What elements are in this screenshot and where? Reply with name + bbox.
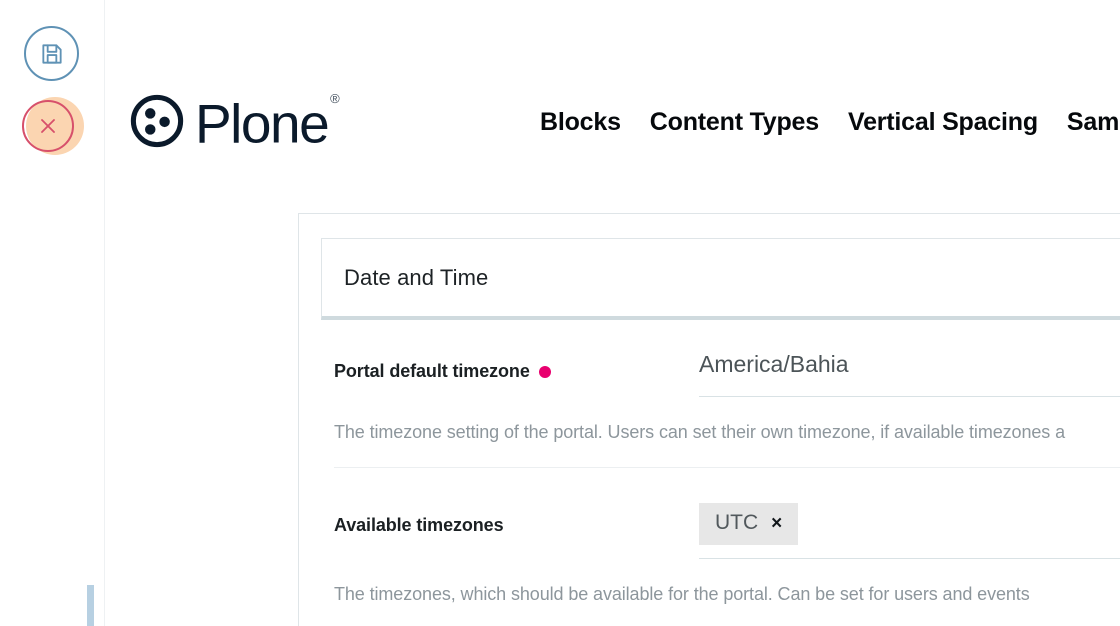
save-floppy-icon: [39, 41, 65, 67]
plone-logo-icon: [130, 94, 184, 153]
required-indicator-icon: [538, 365, 551, 378]
cancel-button[interactable]: [22, 96, 84, 158]
available-timezones-multiselect[interactable]: UTC ×: [699, 503, 1120, 559]
panel-tabstrip: Date and Time: [321, 238, 1120, 320]
field-help-portal-default-timezone: The timezone setting of the portal. User…: [334, 422, 1065, 442]
field-control: UTC ×: [699, 503, 1120, 559]
nav-item-content-types[interactable]: Content Types: [650, 108, 819, 137]
field-portal-default-timezone: Portal default timezone America/Bahia: [334, 349, 1120, 397]
field-label-text: Portal default timezone: [334, 361, 530, 381]
chip-label: UTC: [715, 511, 759, 534]
chip-remove-icon[interactable]: ×: [771, 514, 782, 533]
field-control: America/Bahia: [699, 349, 1120, 397]
tab-date-and-time[interactable]: Date and Time: [322, 265, 488, 291]
left-toolbar: [0, 0, 105, 626]
nav-item-blocks[interactable]: Blocks: [540, 108, 621, 137]
nav-item-sample[interactable]: Sample: [1067, 108, 1120, 137]
settings-form: Portal default timezone America/Bahia Th…: [334, 349, 1120, 626]
chip-utc[interactable]: UTC ×: [699, 503, 799, 545]
field-label: Available timezones: [334, 503, 699, 536]
brand-trademark: ®: [330, 91, 340, 106]
app-root: Plone ® Blocks Content Types Vertical Spa…: [0, 0, 1120, 626]
timezone-select[interactable]: America/Bahia: [699, 349, 1120, 397]
brand-wordmark-text: Plone: [195, 92, 330, 155]
field-label: Portal default timezone: [334, 349, 699, 382]
site-logo[interactable]: Plone ®: [130, 91, 340, 155]
field-help-available-timezones: The timezones, which should be available…: [334, 584, 1030, 604]
settings-panel: Date and Time Portal default timezone Am…: [298, 213, 1120, 626]
site-header: Plone ® Blocks Content Types Vertical Spa…: [105, 0, 1120, 213]
nav-item-vertical-spacing[interactable]: Vertical Spacing: [848, 108, 1038, 137]
save-button[interactable]: [24, 26, 79, 81]
toolbar-position-marker: [87, 585, 94, 626]
field-available-timezones: Available timezones UTC ×: [334, 503, 1120, 559]
close-x-icon: [22, 100, 74, 152]
main-navigation: Blocks Content Types Vertical Spacing Sa…: [540, 108, 1120, 137]
brand-wordmark: Plone ®: [195, 91, 340, 155]
field-label-text: Available timezones: [334, 515, 504, 535]
